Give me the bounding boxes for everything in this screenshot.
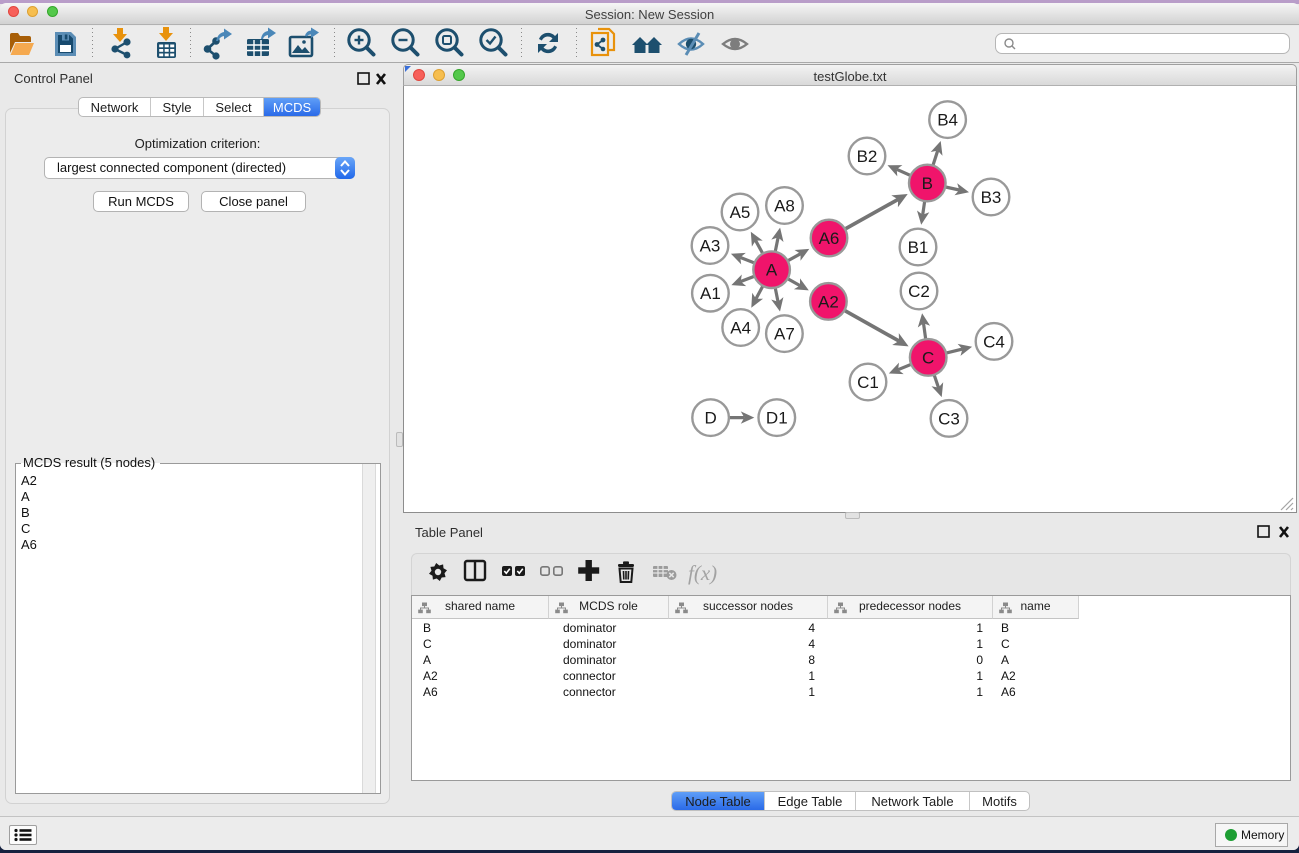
svg-text:D: D [704, 409, 716, 428]
svg-text:A: A [766, 261, 778, 280]
svg-text:A7: A7 [774, 325, 795, 344]
svg-text:A3: A3 [700, 237, 721, 256]
svg-text:A8: A8 [774, 197, 795, 216]
svg-text:B2: B2 [857, 147, 878, 166]
svg-text:A6: A6 [819, 229, 840, 248]
svg-text:A2: A2 [818, 292, 839, 311]
svg-text:A4: A4 [730, 319, 751, 338]
svg-text:B1: B1 [908, 238, 929, 257]
svg-text:A1: A1 [700, 284, 721, 303]
svg-text:C1: C1 [857, 373, 879, 392]
svg-text:B4: B4 [937, 111, 958, 130]
svg-text:C3: C3 [938, 409, 960, 428]
svg-text:D1: D1 [766, 409, 788, 428]
svg-text:B3: B3 [981, 188, 1002, 207]
svg-text:C2: C2 [908, 282, 930, 301]
svg-text:C: C [922, 348, 934, 367]
svg-text:C4: C4 [983, 332, 1005, 351]
svg-text:A5: A5 [730, 203, 751, 222]
svg-text:B: B [922, 174, 933, 193]
